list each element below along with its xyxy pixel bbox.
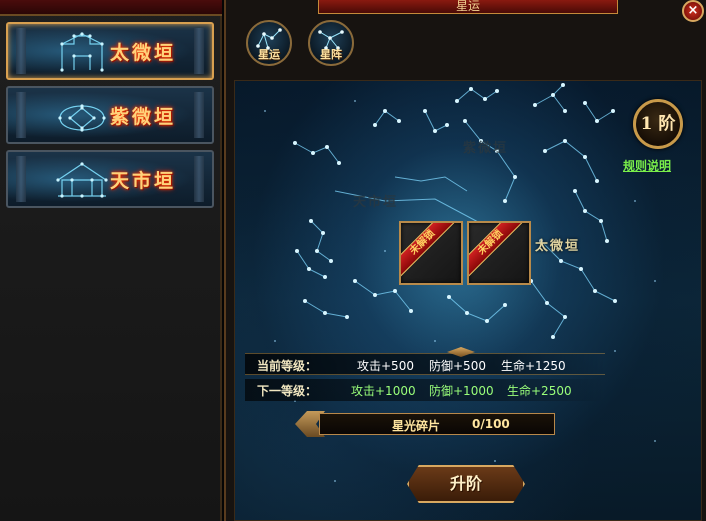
pillar-decoration	[16, 28, 26, 74]
gate-constellation-icon	[60, 32, 104, 72]
next-level-row: 下一等级： 攻击+1000 防御+1000 生命+2500	[245, 379, 605, 401]
constellation-tab-list: 太微垣 紫微垣 天市垣	[6, 22, 216, 214]
tab-star-fortune[interactable]: 星运	[246, 20, 292, 66]
constellation-list-panel: 太微垣 紫微垣 天市垣	[0, 0, 222, 521]
star-fortune-panel: 星运 × 星运 星阵 紫微垣 天市垣 太微垣 1 阶 规则说明 未解锁 未解锁 …	[224, 0, 706, 521]
current-level-label: 当前等级：	[257, 359, 318, 373]
rules-link[interactable]: 规则说明	[623, 157, 671, 174]
close-button[interactable]: ×	[682, 0, 704, 22]
tab-star-array-label: 星阵	[320, 48, 342, 61]
progress-value: 0/100	[472, 417, 510, 431]
next-attack: 攻击+1000	[351, 384, 416, 398]
constellation-tab-tianshi[interactable]: 天市垣	[6, 150, 214, 208]
map-label-tianshi: 天市垣	[353, 195, 399, 210]
constellation-tab-ziwei[interactable]: 紫微垣	[6, 86, 214, 144]
next-level-label: 下一等级：	[257, 384, 318, 398]
market-constellation-icon	[56, 162, 108, 198]
current-hp: 生命+1250	[501, 359, 566, 373]
tier-badge: 1 阶	[633, 99, 683, 149]
pillar-decoration	[194, 156, 204, 202]
window-title: 星运	[455, 0, 480, 13]
current-attack: 攻击+500	[357, 359, 414, 373]
map-label-taiwei: 太微垣	[535, 239, 581, 254]
progress-bar: 星光碎片 0/100	[319, 413, 555, 435]
upgrade-button[interactable]: 升阶	[407, 465, 525, 503]
locked-ribbon: 未解锁	[469, 223, 525, 277]
locked-ribbon: 未解锁	[401, 223, 457, 277]
progress-label: 星光碎片	[392, 419, 441, 433]
constellation-tab-label: 紫微垣	[110, 106, 177, 128]
next-defense: 防御+1000	[429, 384, 494, 398]
palace-constellation-icon	[58, 104, 106, 132]
pillar-decoration	[16, 156, 26, 202]
starlight-fragment-progress: 星光碎片 0/100	[295, 411, 555, 437]
constellation-tab-taiwei[interactable]: 太微垣	[6, 22, 214, 80]
pillar-decoration	[194, 28, 204, 74]
constellation-map: 紫微垣 天市垣 太微垣 1 阶 规则说明 未解锁 未解锁 当前等级： 攻击+50…	[234, 80, 702, 521]
map-label-ziwei: 紫微垣	[463, 141, 509, 156]
left-top-trim	[0, 0, 222, 16]
pillar-decoration	[194, 92, 204, 138]
constellation-tab-label: 太微垣	[110, 42, 177, 64]
current-level-row: 当前等级： 攻击+500 防御+500 生命+1250	[245, 347, 605, 375]
current-defense: 防御+500	[429, 359, 486, 373]
next-hp: 生命+2500	[507, 384, 572, 398]
window-title-bar: 星运	[318, 0, 618, 14]
pillar-decoration	[16, 92, 26, 138]
tab-star-array[interactable]: 星阵	[308, 20, 354, 66]
constellation-tab-label: 天市垣	[110, 170, 177, 192]
equipment-slot-locked[interactable]: 未解锁	[467, 221, 531, 285]
tab-star-fortune-label: 星运	[258, 48, 280, 61]
equipment-slot-locked[interactable]: 未解锁	[399, 221, 463, 285]
